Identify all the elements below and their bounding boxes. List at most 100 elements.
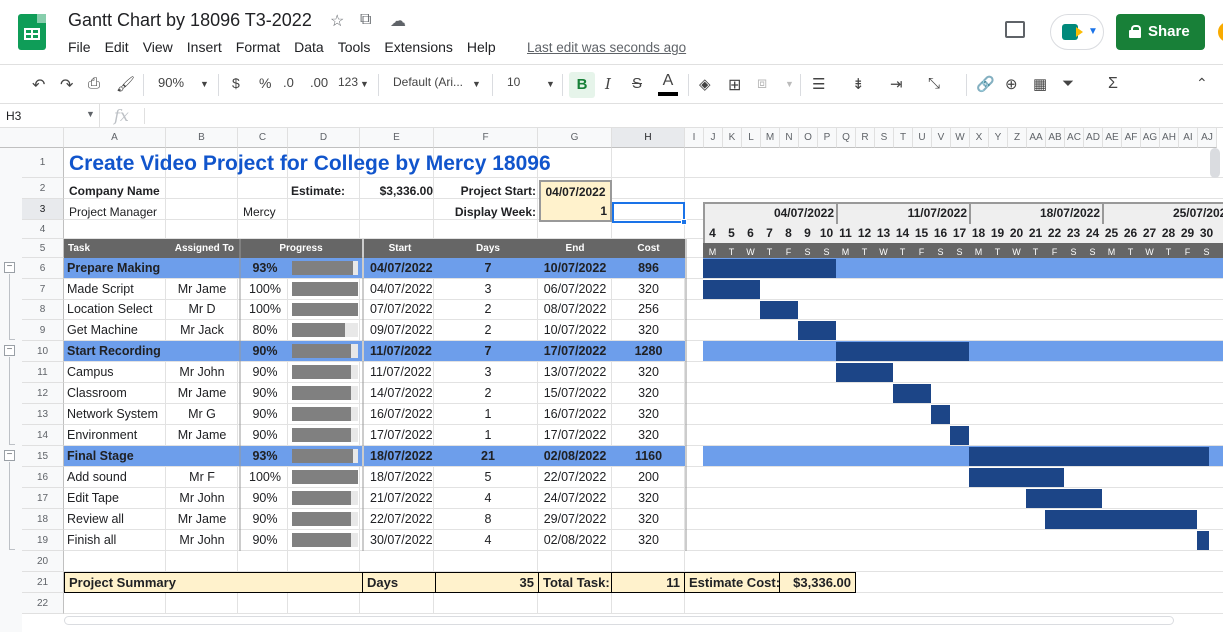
selected-cell-h3[interactable] — [612, 202, 685, 223]
column-header-k[interactable]: K — [723, 128, 742, 148]
task-start[interactable]: 11/07/2022 — [364, 362, 436, 382]
column-header-s[interactable]: S — [875, 128, 894, 148]
fill-handle[interactable] — [681, 219, 687, 225]
column-header-u[interactable]: U — [913, 128, 932, 148]
task-cost[interactable]: 256 — [612, 300, 685, 319]
font-size-select[interactable]: 10 — [507, 75, 520, 89]
column-header-m[interactable]: M — [761, 128, 780, 148]
task-end[interactable]: 22/07/2022 — [538, 467, 612, 487]
display-week-label[interactable]: Display Week: — [440, 203, 539, 221]
collapse-group-icon[interactable]: − — [4, 262, 15, 273]
row-header-14[interactable]: 14 — [22, 425, 64, 446]
task-end[interactable]: 17/07/2022 — [538, 425, 612, 445]
row-header-13[interactable]: 13 — [22, 404, 64, 425]
sheets-logo-icon[interactable] — [18, 14, 46, 50]
row-header-16[interactable]: 16 — [22, 467, 64, 488]
task-assigned[interactable]: Mr John — [166, 530, 238, 550]
task-start[interactable]: 18/07/2022 — [364, 446, 436, 466]
task-days[interactable]: 7 — [436, 258, 540, 278]
last-edit-link[interactable]: Last edit was seconds ago — [527, 40, 686, 55]
task-progress-value[interactable]: 90% — [240, 530, 290, 550]
task-end[interactable]: 06/07/2022 — [538, 279, 612, 299]
task-progress-value[interactable]: 93% — [240, 258, 290, 278]
percent-format-button[interactable]: % — [259, 75, 271, 91]
column-header-aa[interactable]: AA — [1027, 128, 1046, 148]
task-assigned[interactable]: Mr Jame — [166, 383, 238, 403]
fill-color-icon[interactable]: ◈ — [699, 75, 711, 93]
task-assigned[interactable]: Mr John — [166, 488, 238, 508]
column-header-ai[interactable]: AI — [1179, 128, 1198, 148]
task-end[interactable]: 10/07/2022 — [538, 258, 612, 278]
task-cost[interactable]: 320 — [612, 383, 685, 403]
task-cost[interactable]: 320 — [612, 362, 685, 382]
insert-link-icon[interactable]: 🔗 — [976, 75, 995, 93]
task-cost[interactable]: 1280 — [612, 341, 685, 361]
horizontal-align-icon[interactable]: ☰ — [812, 75, 825, 93]
chevron-down-icon[interactable]: ▼ — [785, 79, 794, 89]
gantt-task-bar[interactable] — [1026, 489, 1102, 508]
column-header-e[interactable]: E — [360, 128, 434, 148]
collapse-group-icon[interactable]: − — [4, 450, 15, 461]
task-days[interactable]: 3 — [436, 279, 540, 299]
task-days[interactable]: 4 — [436, 530, 540, 550]
column-header-ae[interactable]: AE — [1103, 128, 1122, 148]
gantt-task-bar[interactable] — [950, 426, 969, 445]
task-end[interactable]: 16/07/2022 — [538, 404, 612, 424]
task-end[interactable]: 13/07/2022 — [538, 362, 612, 382]
task-days[interactable]: 7 — [436, 341, 540, 361]
task-progress-value[interactable]: 90% — [240, 425, 290, 445]
star-icon[interactable]: ☆ — [330, 11, 344, 31]
strikethrough-button[interactable]: S — [632, 75, 642, 92]
meet-button[interactable]: ▼ — [1050, 14, 1104, 50]
task-end[interactable]: 15/07/2022 — [538, 383, 612, 403]
insert-comment-icon[interactable]: ⊕ — [1005, 75, 1018, 93]
gantt-task-bar[interactable] — [760, 301, 798, 319]
menu-data[interactable]: Data — [294, 39, 324, 55]
display-week-input[interactable]: 1 — [539, 202, 612, 222]
gantt-task-bar[interactable] — [836, 342, 969, 361]
column-header-ah[interactable]: AH — [1160, 128, 1179, 148]
task-days[interactable]: 4 — [436, 488, 540, 508]
column-header-g[interactable]: G — [538, 128, 612, 148]
task-start[interactable]: 14/07/2022 — [364, 383, 436, 403]
row-header-6[interactable]: 6 — [22, 258, 64, 279]
task-progress-value[interactable]: 90% — [240, 509, 290, 529]
row-header-3[interactable]: 3 — [22, 199, 64, 220]
manager-name[interactable]: Mercy — [240, 203, 279, 221]
column-header-x[interactable]: X — [970, 128, 989, 148]
italic-button[interactable]: I — [605, 75, 611, 93]
task-progress-value[interactable]: 100% — [240, 467, 290, 487]
menu-extensions[interactable]: Extensions — [384, 39, 452, 55]
column-header-aj[interactable]: AJ — [1198, 128, 1217, 148]
column-header-j[interactable]: J — [704, 128, 723, 148]
row-header-10[interactable]: 10 — [22, 341, 64, 362]
task-cost[interactable]: 320 — [612, 279, 685, 299]
task-end[interactable]: 24/07/2022 — [538, 488, 612, 508]
row-header-12[interactable]: 12 — [22, 383, 64, 404]
filter-icon[interactable]: ⏷ — [1062, 75, 1074, 92]
column-header-a[interactable]: A — [64, 128, 166, 148]
menu-insert[interactable]: Insert — [187, 39, 222, 55]
summary-est-cost-value[interactable]: $3,336.00 — [779, 572, 856, 593]
task-end[interactable]: 10/07/2022 — [538, 320, 612, 340]
task-progress-value[interactable]: 90% — [240, 383, 290, 403]
task-name[interactable]: Campus — [64, 362, 166, 382]
column-header-ab[interactable]: AB — [1046, 128, 1065, 148]
column-header-r[interactable]: R — [856, 128, 875, 148]
task-progress-value[interactable]: 90% — [240, 341, 290, 361]
task-name[interactable]: Network System — [64, 404, 166, 424]
undo-icon[interactable]: ↶ — [32, 75, 45, 95]
row-header-2[interactable]: 2 — [22, 178, 64, 199]
task-end[interactable]: 17/07/2022 — [538, 341, 612, 361]
more-formats-button[interactable]: 123 — [338, 75, 358, 89]
task-cost[interactable]: 896 — [612, 258, 685, 278]
vertical-scrollbar[interactable] — [1210, 148, 1220, 178]
share-button[interactable]: Share — [1116, 14, 1205, 50]
task-cost[interactable]: 320 — [612, 404, 685, 424]
task-start[interactable]: 30/07/2022 — [364, 530, 436, 550]
row-header-11[interactable]: 11 — [22, 362, 64, 383]
task-assigned[interactable]: Mr G — [166, 404, 238, 424]
row-header-5[interactable]: 5 — [22, 239, 64, 258]
column-header-q[interactable]: Q — [837, 128, 856, 148]
task-cost[interactable]: 1160 — [612, 446, 685, 466]
